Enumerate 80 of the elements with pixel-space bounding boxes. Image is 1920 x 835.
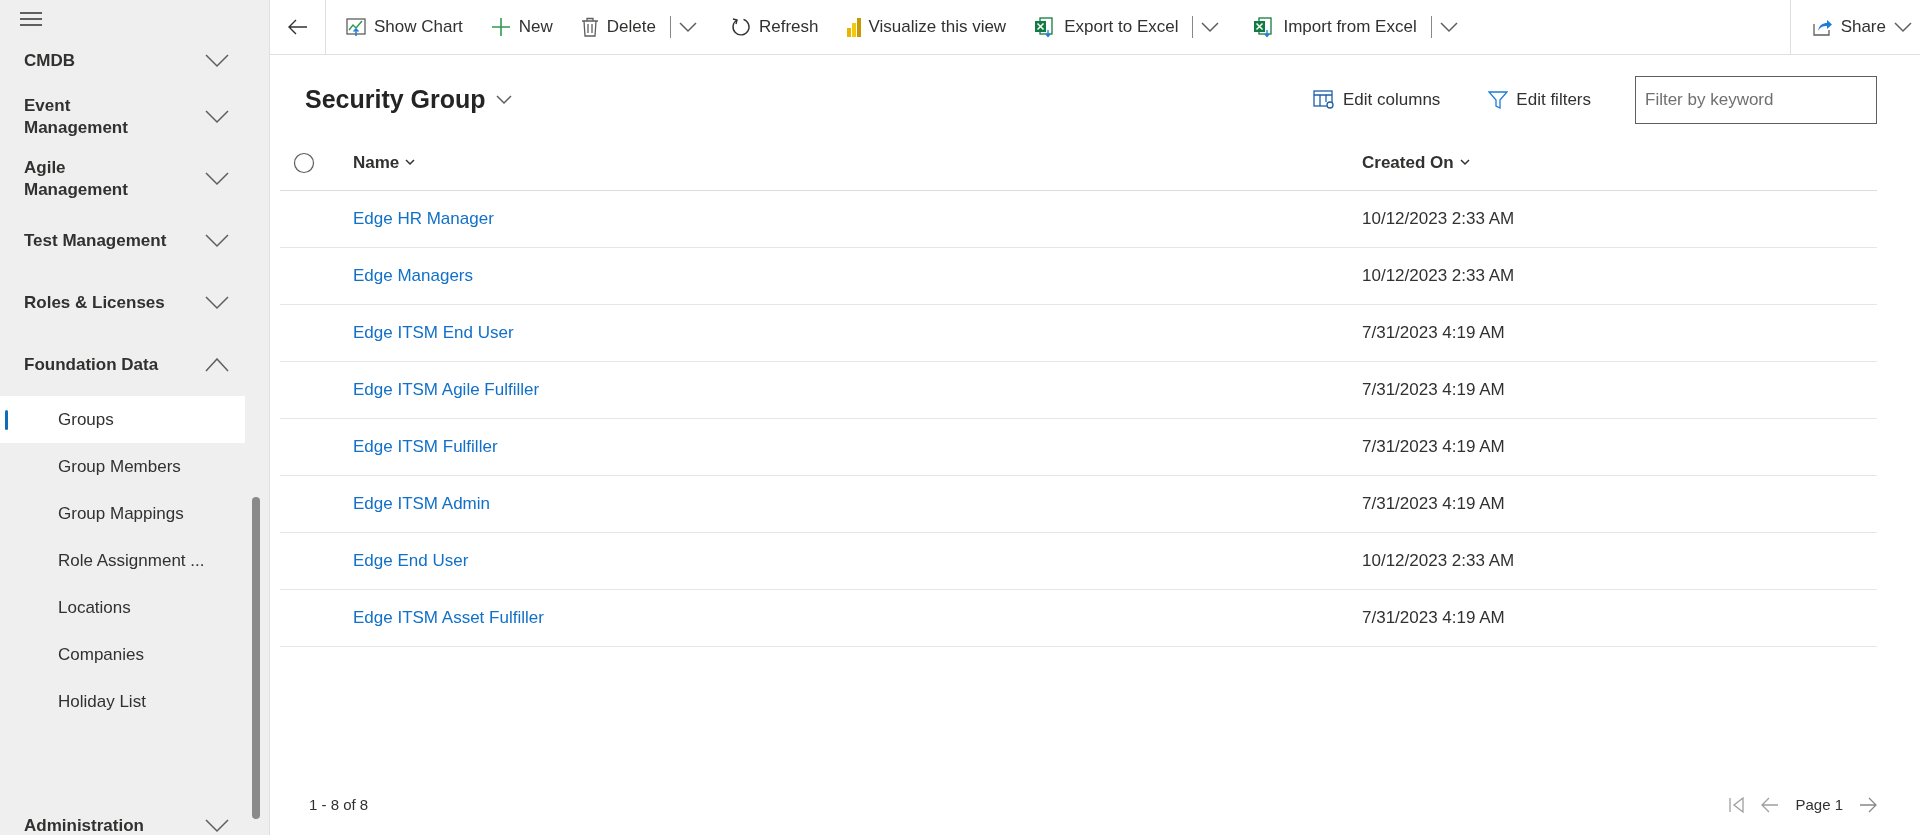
table-cell-text: 7/31/2023 4:19 AM [1362,493,1505,516]
plus-icon [490,17,511,37]
chevron-down-icon [1894,21,1912,33]
view-action[interactable]: Edit columns [1307,86,1447,114]
selection-indicator [5,410,8,430]
share-icon [1812,18,1833,36]
keyword-filter-field[interactable]: Filter by keyword [1635,76,1877,124]
toolbar-button[interactable]: Show Chart [332,7,477,47]
share-button[interactable]: Share [1798,7,1912,47]
chevron-down-icon [205,296,229,310]
bar-chart-icon [846,17,861,37]
table-cell-text: 7/31/2023 4:19 AM [1362,379,1505,402]
toolbar-button[interactable]: New [476,7,567,47]
next-page-button[interactable] [1859,797,1877,813]
chevron-down-icon [205,54,229,68]
chevron-down-icon [1459,159,1470,166]
trash-icon [580,17,599,37]
chevron-down-icon [495,95,512,105]
chevron-down-icon [1201,21,1220,33]
view-action[interactable]: Edit filters [1482,86,1597,114]
right-arrow-icon [1859,797,1877,813]
toolbar-button[interactable]: Import from Excel [1239,7,1431,47]
columns-icon [1313,90,1336,110]
record-link[interactable]: Edge ITSM Fulfiller [353,437,498,457]
toolbar-button[interactable]: Refresh [717,7,833,47]
left-arrow-icon [1761,797,1780,813]
chart-icon [346,17,366,37]
record-link[interactable]: Edge Managers [353,266,474,286]
table-cell-text: 7/31/2023 4:19 AM [1362,436,1505,459]
record-link[interactable]: Edge ITSM End User [353,323,514,343]
nav-section[interactable]: Event Management [0,86,269,148]
filter-icon [1488,90,1509,110]
menu-button[interactable] [20,12,42,26]
nav-item[interactable]: Holiday List [0,678,245,725]
nav-item[interactable]: Groups [0,396,245,443]
chevron-down-icon [205,234,229,248]
chevron-down-icon [679,21,697,33]
toolbar-button[interactable]: Export to Excel [1020,7,1193,47]
chevron-down-icon [1439,21,1458,33]
column-header[interactable]: Created On [1362,149,1470,176]
record-link[interactable]: Edge ITSM Asset Fulfiller [353,608,544,628]
chevron-down-icon [205,172,229,186]
nav-section[interactable]: CMDB [0,36,269,86]
first-page-button[interactable] [1729,797,1746,813]
chevron-down-icon [205,110,229,124]
nav-section[interactable]: Foundation Data [0,334,269,396]
nav-item[interactable]: Group Mappings [0,490,245,537]
toolbar-button[interactable]: Visualize this view [832,7,1021,47]
record-link[interactable]: Edge End User [353,551,469,571]
nav-item[interactable]: Locations [0,584,245,631]
record-count: 1 - 8 of 8 [309,794,369,815]
nav-section[interactable]: Agile Management [0,148,269,210]
first-page-icon [1729,797,1746,813]
scrollbar[interactable] [252,497,260,819]
table-cell-text: 10/12/2023 2:33 AM [1362,550,1515,573]
table-cell-text: 10/12/2023 2:33 AM [1362,265,1515,288]
record-link[interactable]: Edge HR Manager [353,209,494,229]
chevron-down-icon [205,819,229,833]
nav-section[interactable]: Roles & Licenses [0,272,269,334]
column-header[interactable]: Name [353,149,416,176]
table-cell-text: 7/31/2023 4:19 AM [1362,607,1505,630]
nav-section[interactable]: Administration [0,795,269,835]
nav-item[interactable]: Companies [0,631,245,678]
table-cell-text: 10/12/2023 2:33 AM [1362,208,1515,231]
record-link[interactable]: Edge ITSM Agile Fulfiller [353,380,540,400]
page-number: Page 1 [1795,794,1843,815]
back-arrow-icon [287,19,308,35]
chevron-up-icon [205,358,229,372]
chevron-down-icon [405,159,416,166]
view-selector[interactable]: Security Group [305,81,512,119]
select-all-checkbox[interactable] [293,151,315,174]
table-cell-text: 7/31/2023 4:19 AM [1362,322,1505,345]
record-link[interactable]: Edge ITSM Admin [353,494,490,514]
nav-item[interactable]: Role Assignment ... [0,537,245,584]
nav-section[interactable]: Test Management [0,210,269,272]
toolbar-button[interactable]: Delete [566,7,670,47]
nav-item[interactable]: Group Members [0,443,245,490]
refresh-icon [731,17,751,37]
menu-icon [20,12,42,26]
previous-page-button[interactable] [1761,797,1780,813]
